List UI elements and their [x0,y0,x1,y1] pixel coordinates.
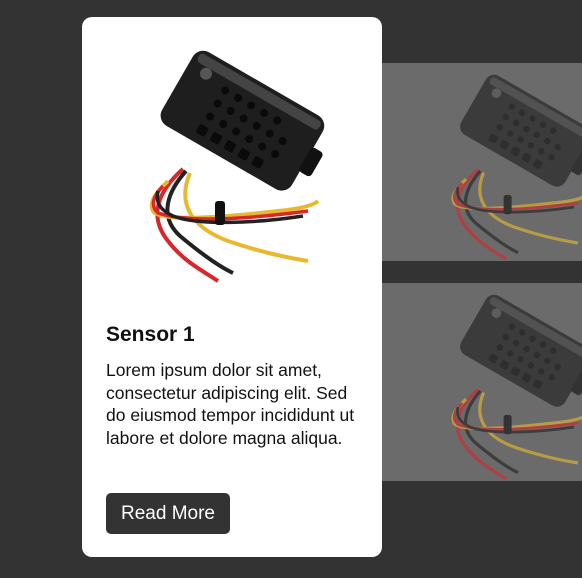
carousel-thumbnail[interactable] [382,283,582,481]
page: Sensor 1 Lorem ipsum dolor sit amet, con… [0,0,582,578]
sensor-card: Sensor 1 Lorem ipsum dolor sit amet, con… [82,17,382,557]
carousel-thumbnail[interactable] [382,63,582,261]
card-description: Lorem ipsum dolor sit amet, consectetur … [106,360,355,448]
sensor-image [149,44,342,284]
read-more-button[interactable]: Read More [106,493,230,534]
sensor-image [451,289,582,481]
sensor-image [451,69,582,261]
card-title: Sensor 1 [106,323,195,346]
